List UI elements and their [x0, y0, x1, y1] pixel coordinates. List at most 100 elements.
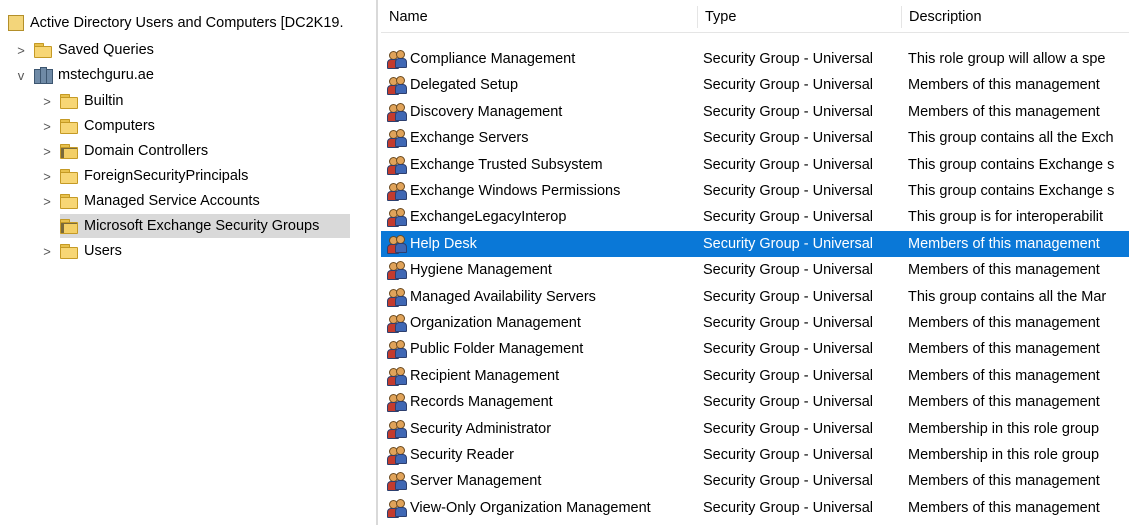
- table-row[interactable]: Server Management Security Group - Univer…: [381, 468, 1129, 494]
- cell-type: Security Group - Universal: [703, 447, 874, 463]
- security-group-icon: [387, 472, 407, 492]
- tree-item-domain-controllers[interactable]: > Domain Controllers: [40, 139, 208, 163]
- tree-item-label: Builtin: [84, 93, 124, 109]
- chevron-right-icon[interactable]: >: [40, 194, 54, 209]
- table-row[interactable]: Delegated Setup Security Group - Universa…: [381, 72, 1129, 98]
- group-name: Public Folder Management: [410, 341, 584, 358]
- cell-name: Organization Management: [387, 310, 699, 336]
- column-header-bar: Name Type Description: [381, 0, 1129, 33]
- tree-item-microsoft-exchange-security-groups[interactable]: Microsoft Exchange Security Groups: [60, 214, 350, 238]
- cell-description: Membership in this role group: [908, 447, 1100, 463]
- group-name: Discovery Management: [410, 103, 563, 120]
- cell-type: Security Group - Universal: [703, 77, 874, 94]
- cell-description: Membership in this role group: [908, 420, 1100, 437]
- tree-item-foreignsecurityprincipals[interactable]: > ForeignSecurityPrincipals: [40, 164, 248, 188]
- table-row[interactable]: Managed Availability Servers Security Gro…: [381, 284, 1129, 310]
- group-name: Security Administrator: [410, 420, 552, 437]
- cell-description: Members of this management: [908, 262, 1100, 279]
- tree-root[interactable]: Active Directory Users and Computers [DC…: [8, 11, 343, 35]
- cell-name: Hygiene Management: [387, 257, 699, 283]
- group-name: Delegated Setup: [410, 77, 519, 94]
- tree-item-label: Microsoft Exchange Security Groups: [84, 218, 320, 234]
- cell-name: Compliance Management: [387, 46, 699, 72]
- tree-item-saved-queries[interactable]: > Saved Queries: [14, 38, 154, 62]
- tree-item-users[interactable]: > Users: [40, 239, 122, 263]
- table-row[interactable]: ExchangeLegacyInterop Security Group - Un…: [381, 204, 1129, 230]
- tree-item-label: Managed Service Accounts: [84, 193, 260, 209]
- table-row[interactable]: Organization Management Security Group - …: [381, 310, 1129, 336]
- security-group-icon: [387, 340, 407, 360]
- table-row[interactable]: Compliance Management Security Group - Un…: [381, 46, 1129, 72]
- security-group-icon: [387, 155, 407, 175]
- chevron-right-icon[interactable]: >: [40, 144, 54, 159]
- tree-item-label: mstechguru.ae: [58, 67, 154, 83]
- table-row[interactable]: Hygiene Management Security Group - Unive…: [381, 257, 1129, 283]
- cell-name: Exchange Servers: [387, 125, 699, 151]
- chevron-right-icon[interactable]: >: [14, 43, 28, 58]
- cell-description: Members of this management: [908, 499, 1100, 516]
- cell-description: Members of this management: [908, 235, 1100, 252]
- group-name: Managed Availability Servers: [410, 288, 596, 305]
- column-header-type[interactable]: Type: [705, 0, 736, 32]
- tree-item-computers[interactable]: > Computers: [40, 114, 155, 138]
- tree-item-domain[interactable]: v mstechguru.ae: [14, 63, 154, 87]
- cell-description: This group contains all the Exch: [908, 130, 1114, 147]
- column-header-name[interactable]: Name: [389, 0, 428, 32]
- cell-type: Security Group - Universal: [703, 394, 874, 411]
- tree-item-label: Users: [84, 243, 122, 259]
- pane-splitter[interactable]: [376, 0, 378, 525]
- cell-type: Security Group - Universal: [703, 130, 874, 147]
- table-row[interactable]: Help Desk Security Group - Universal Membe…: [381, 230, 1129, 257]
- cell-type: Security Group - Universal: [703, 103, 874, 120]
- cell-name: Discovery Management: [387, 99, 699, 125]
- cell-name: Exchange Windows Permissions: [387, 178, 699, 204]
- cell-name: Exchange Trusted Subsystem: [387, 152, 699, 178]
- group-name: Recipient Management: [410, 367, 560, 384]
- table-row[interactable]: Records Management Security Group - Unive…: [381, 389, 1129, 415]
- group-name: Server Management: [410, 473, 542, 490]
- folder-icon: [60, 94, 78, 109]
- cell-description: This role group will allow a spe: [908, 51, 1106, 67]
- table-row[interactable]: Security Reader Security Group - Universa…: [381, 442, 1129, 468]
- column-divider[interactable]: [697, 6, 698, 28]
- results-pane: Name Type Description Compliance Managem…: [381, 0, 1129, 525]
- group-name: Compliance Management: [410, 51, 576, 67]
- table-row[interactable]: Exchange Windows Permissions Security Gro…: [381, 178, 1129, 204]
- table-row[interactable]: Exchange Trusted Subsystem Security Group…: [381, 152, 1129, 178]
- tree-item-label: Saved Queries: [58, 42, 154, 58]
- table-row[interactable]: Public Folder Management Security Group -…: [381, 336, 1129, 362]
- group-name: ExchangeLegacyInterop: [410, 209, 567, 226]
- tree-item-label: ForeignSecurityPrincipals: [84, 168, 249, 184]
- chevron-right-icon[interactable]: >: [40, 119, 54, 134]
- cell-description: Members of this management: [908, 367, 1100, 384]
- table-row[interactable]: Exchange Servers Security Group - Univers…: [381, 125, 1129, 151]
- tree-item-managed-service-accounts[interactable]: > Managed Service Accounts: [40, 189, 260, 213]
- security-group-icon: [387, 50, 407, 69]
- security-group-icon: [387, 76, 407, 96]
- group-name: Organization Management: [410, 315, 581, 331]
- cell-description: Members of this management: [908, 315, 1100, 331]
- cell-description: This group is for interoperabilit: [908, 209, 1104, 226]
- chevron-right-icon[interactable]: >: [40, 94, 54, 109]
- chevron-right-icon[interactable]: >: [40, 244, 54, 259]
- group-name: View-Only Organization Management: [410, 499, 651, 516]
- column-header-description[interactable]: Description: [909, 0, 982, 32]
- folder-icon: [60, 194, 78, 209]
- tree-item-builtin[interactable]: > Builtin: [40, 89, 124, 113]
- cell-description: Members of this management: [908, 473, 1100, 490]
- table-row[interactable]: Security Administrator Security Group - U…: [381, 416, 1129, 442]
- console-tree: Active Directory Users and Computers [DC…: [0, 0, 374, 525]
- table-row[interactable]: View-Only Organization Management Securit…: [381, 495, 1129, 521]
- group-name: Exchange Trusted Subsystem: [410, 156, 603, 173]
- column-divider[interactable]: [901, 6, 902, 28]
- security-group-icon: [387, 446, 407, 465]
- chevron-down-icon[interactable]: v: [14, 68, 28, 83]
- group-name: Hygiene Management: [410, 262, 552, 279]
- folder-icon: [60, 219, 78, 234]
- security-group-icon: [387, 393, 407, 413]
- folder-icon: [60, 144, 78, 159]
- security-group-icon: [387, 419, 407, 439]
- table-row[interactable]: Discovery Management Security Group - Uni…: [381, 99, 1129, 125]
- chevron-right-icon[interactable]: >: [40, 169, 54, 184]
- table-row[interactable]: Recipient Management Security Group - Uni…: [381, 363, 1129, 389]
